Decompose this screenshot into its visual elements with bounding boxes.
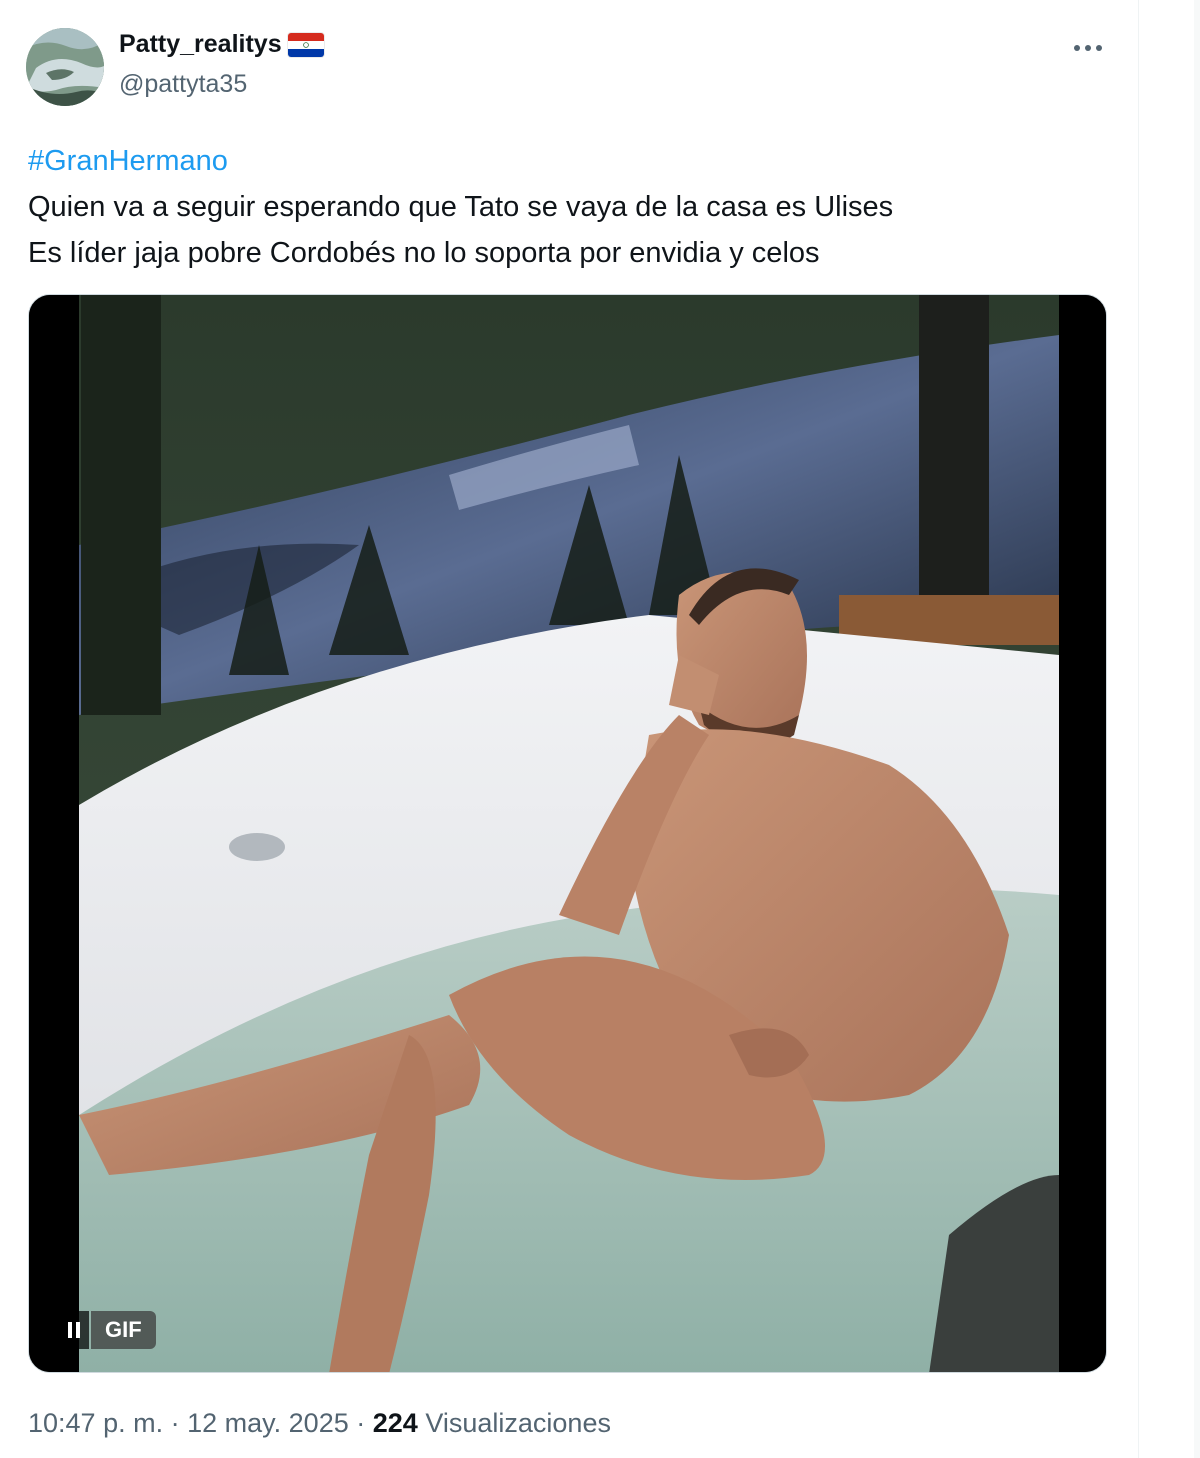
meta-separator: · — [170, 1408, 180, 1438]
more-options-button[interactable] — [1066, 32, 1110, 64]
views-label: Visualizaciones — [425, 1408, 611, 1438]
gif-media[interactable]: GIF — [28, 294, 1107, 1373]
tweet-line-2: Es líder jaja pobre Cordobés no lo sopor… — [28, 237, 820, 269]
views-count: 224 — [372, 1408, 418, 1438]
user-name[interactable]: Patty_realitys — [119, 30, 324, 59]
avatar-image — [26, 28, 104, 106]
meta-separator: · — [356, 1408, 366, 1438]
gif-frame — [29, 295, 1106, 1372]
user-handle[interactable]: @pattyta35 — [119, 70, 247, 99]
pause-button[interactable] — [59, 1311, 89, 1349]
column-divider — [1138, 0, 1139, 1458]
avatar[interactable] — [26, 28, 104, 106]
pause-icon — [68, 1322, 80, 1338]
sidebar-edge — [1194, 0, 1200, 1458]
more-icon — [1074, 45, 1102, 51]
gif-badge: GIF — [91, 1311, 156, 1349]
tweet-time[interactable]: 10:47 p. m. — [28, 1408, 163, 1438]
tweet-date[interactable]: 12 may. 2025 — [187, 1408, 349, 1438]
user-name-text: Patty_realitys — [119, 30, 282, 58]
tweet-text: #GranHermano Quien va a seguir esperando… — [28, 138, 1108, 276]
tweet: Patty_realitys @pattyta35 #GranHermano Q… — [0, 0, 1138, 1458]
tweet-meta: 10:47 p. m. · 12 may. 2025 · 224 Visuali… — [28, 1408, 611, 1439]
paraguay-flag-icon — [287, 32, 324, 57]
tweet-page: Patty_realitys @pattyta35 #GranHermano Q… — [0, 0, 1200, 1458]
gif-controls: GIF — [59, 1311, 156, 1349]
tweet-line-1: Quien va a seguir esperando que Tato se … — [28, 191, 894, 223]
hashtag-link[interactable]: #GranHermano — [28, 138, 1108, 184]
